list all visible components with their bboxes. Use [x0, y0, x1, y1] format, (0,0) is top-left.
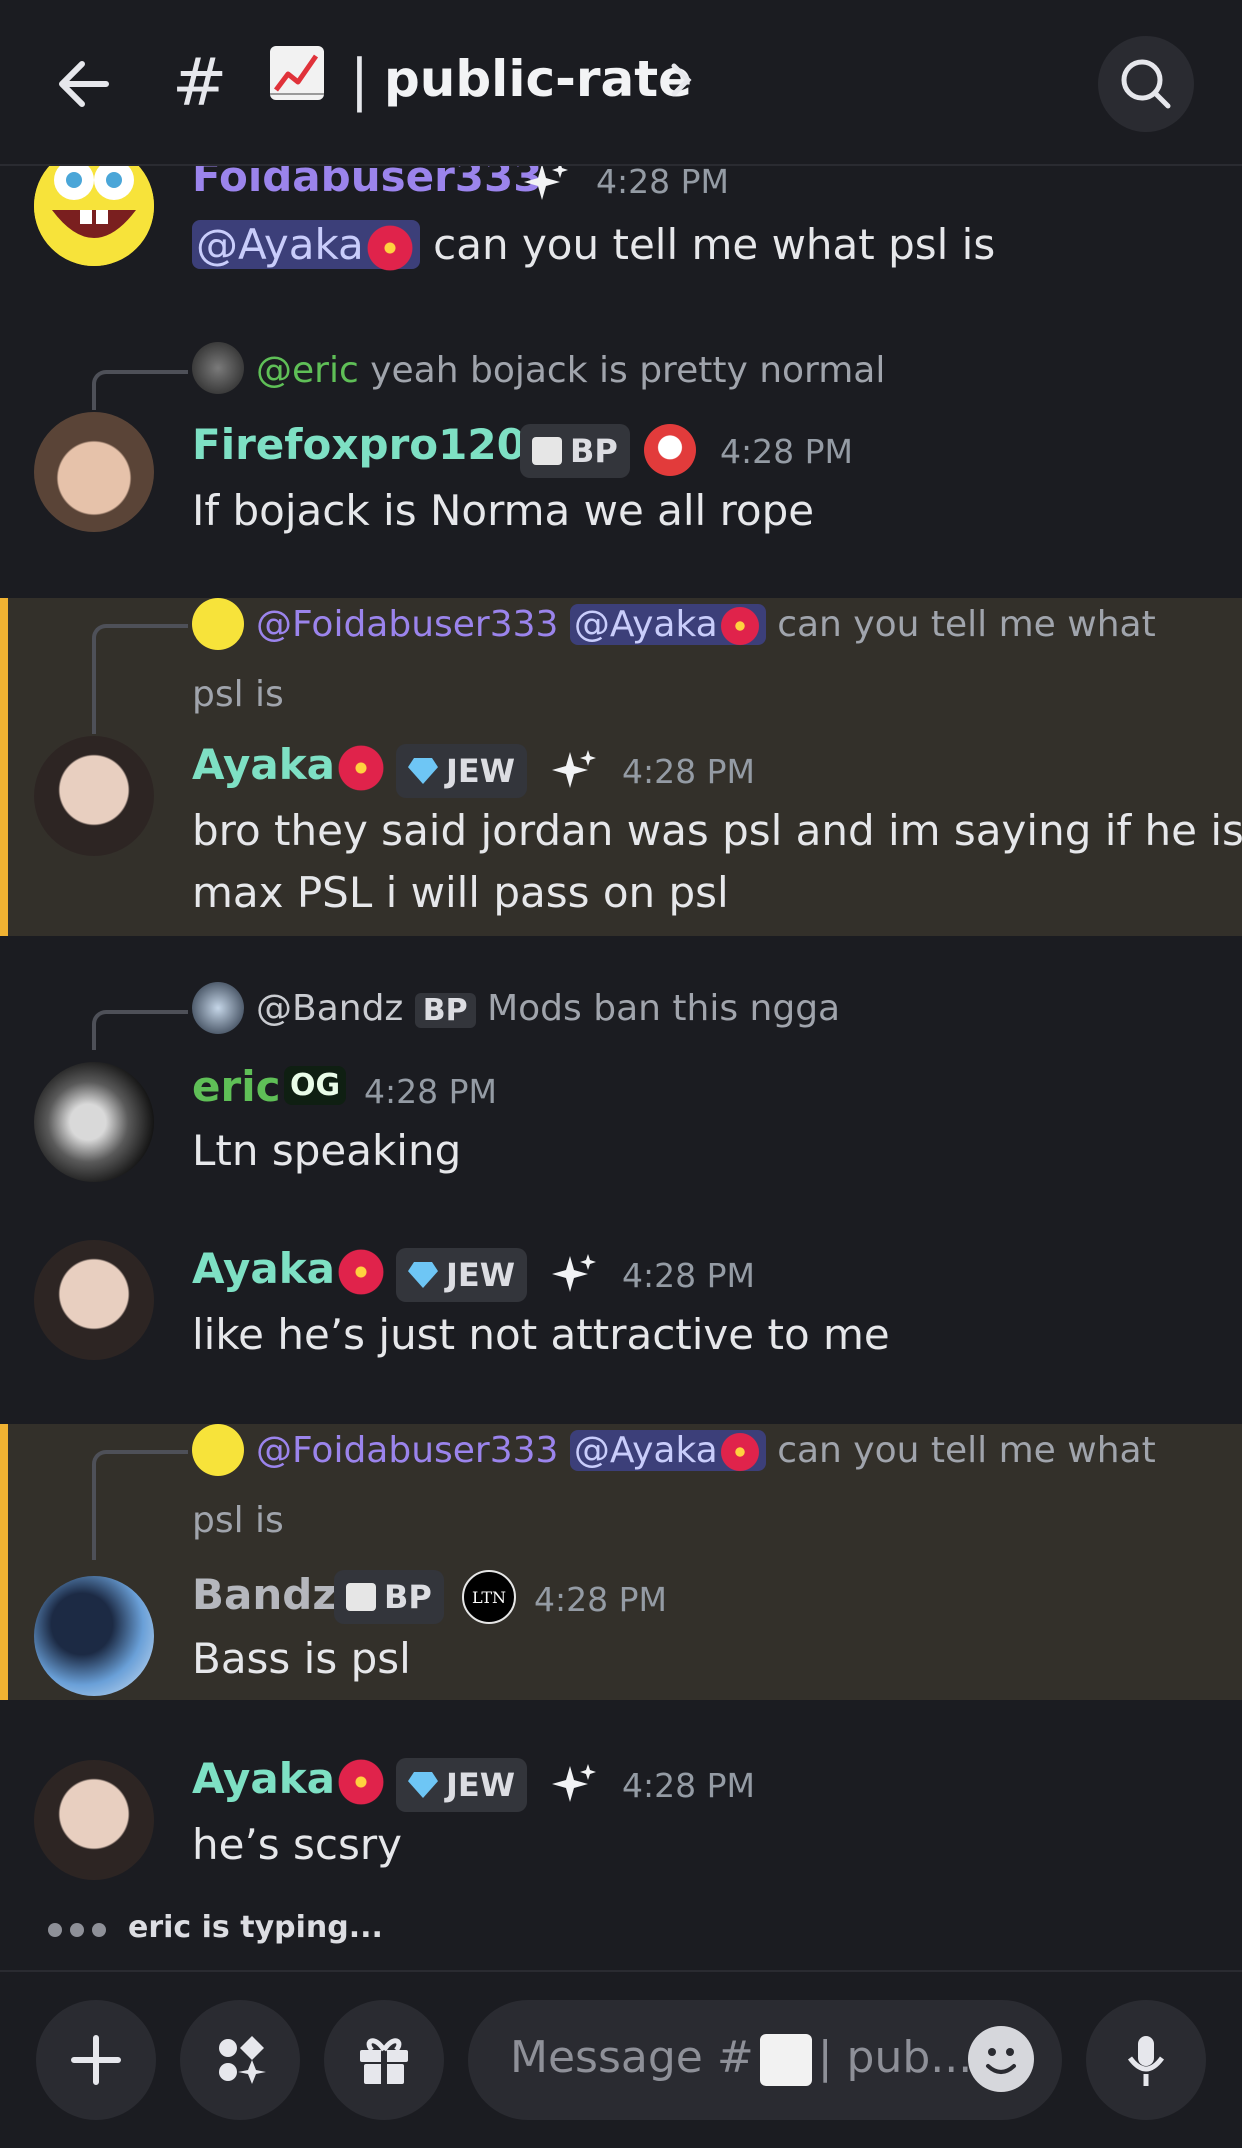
chart-increasing-icon — [270, 46, 324, 100]
avatar[interactable] — [34, 1576, 154, 1696]
avatar[interactable] — [34, 1062, 154, 1182]
timestamp: 4:28 PM — [622, 1766, 755, 1805]
sparkle-icon — [552, 1764, 596, 1802]
reply-preview[interactable]: @Bandz BP Mods ban this ngga — [256, 988, 840, 1029]
search-icon — [1121, 59, 1171, 109]
channel-hash-icon: # — [172, 44, 228, 121]
timestamp: 4:28 PM — [622, 752, 755, 791]
typing-indicator: eric is typing... — [48, 1910, 383, 1945]
role-badge: JEW — [396, 744, 528, 798]
avatar[interactable] — [34, 412, 154, 532]
message-text: If bojack is Norma we all rope — [192, 486, 815, 535]
username[interactable]: eric — [192, 1062, 281, 1111]
og-badge: OG — [284, 1066, 347, 1105]
typing-dots-icon — [48, 1910, 114, 1945]
sparkle-icon — [552, 750, 596, 788]
username[interactable]: Bandz — [192, 1570, 337, 1619]
reply-avatar — [192, 1424, 244, 1476]
reply-connector — [92, 624, 188, 734]
timestamp: 4:28 PM — [596, 162, 729, 201]
hibiscus-icon — [335, 1755, 388, 1808]
reply-avatar — [192, 598, 244, 650]
message-input[interactable]: Message # | pub... — [468, 2000, 1062, 2120]
message-text: like he’s just not attractive to me — [192, 1310, 890, 1359]
avatar[interactable] — [34, 1240, 154, 1360]
ltn-badge: LTN — [462, 1570, 516, 1624]
message[interactable]: @Bandz BP Mods ban this ngga eric OG 4:2… — [0, 980, 1242, 1182]
timestamp: 4:28 PM — [364, 1072, 497, 1111]
reply-preview[interactable]: @Foidabuser333 @Ayaka can you tell me wh… — [256, 604, 1156, 648]
reply-connector — [92, 1450, 188, 1560]
message[interactable]: Foidabuser333 4:28 PM @Ayaka can you tel… — [0, 146, 1242, 306]
username[interactable]: Ayaka — [192, 1244, 388, 1298]
role-badge: BP — [520, 424, 630, 478]
add-attachment-button[interactable] — [36, 2000, 156, 2120]
message-text: he’s scsry — [192, 1820, 403, 1869]
message-text-cont: max PSL i will pass on psl — [192, 868, 729, 917]
back-arrow-icon[interactable] — [52, 52, 116, 116]
timestamp: 4:28 PM — [720, 432, 853, 471]
message-text: Bass is psl — [192, 1634, 411, 1683]
message-highlighted[interactable]: @Foidabuser333 @Ayaka can you tell me wh… — [0, 598, 1242, 936]
emoji-button[interactable] — [968, 2026, 1034, 2092]
message-composer: Message # | pub... — [0, 1970, 1242, 2148]
reply-preview-cont: psl is — [192, 1500, 284, 1541]
chart-increasing-icon — [759, 2034, 812, 2086]
reply-connector — [92, 370, 188, 410]
hibiscus-icon — [335, 1245, 388, 1298]
camera-icon — [532, 437, 562, 465]
diamond-icon — [408, 1262, 438, 1288]
avatar[interactable] — [34, 736, 154, 856]
role-badge: JEW — [396, 1248, 528, 1302]
username[interactable]: Ayaka — [192, 1754, 388, 1808]
user-mention[interactable]: @Ayaka — [192, 220, 420, 274]
channel-separator: | — [350, 48, 369, 113]
message-text: Ltn speaking — [192, 1126, 462, 1175]
clown-icon — [644, 424, 696, 476]
message[interactable]: Ayaka JEW 4:28 PM like he’s just not att… — [0, 1238, 1242, 1378]
apps-icon — [219, 2036, 266, 2084]
diamond-icon — [408, 758, 438, 784]
username[interactable]: Ayaka — [192, 740, 388, 794]
reply-preview[interactable]: @eric yeah bojack is pretty normal — [256, 350, 885, 391]
reply-avatar — [192, 342, 244, 394]
role-badge: JEW — [396, 1758, 528, 1812]
hibiscus-icon — [335, 741, 388, 794]
voice-message-button[interactable] — [1086, 2000, 1206, 2120]
message-text: @Ayaka can you tell me what psl is — [192, 214, 995, 276]
timestamp: 4:28 PM — [622, 1256, 755, 1295]
microphone-icon — [1127, 2036, 1165, 2086]
message-highlighted[interactable]: @Foidabuser333 @Ayaka can you tell me wh… — [0, 1424, 1242, 1700]
message[interactable]: Ayaka JEW 4:28 PM he’s scsry — [0, 1748, 1242, 1888]
gift-button[interactable] — [324, 2000, 444, 2120]
plus-icon — [71, 2035, 121, 2085]
channel-header: # | public-rate — [0, 0, 1242, 166]
channel-name[interactable]: public-rate — [384, 50, 692, 108]
username[interactable]: Firefoxpro1209 — [192, 420, 555, 469]
timestamp: 4:28 PM — [534, 1580, 667, 1619]
avatar[interactable] — [34, 1760, 154, 1880]
diamond-icon — [408, 1772, 438, 1798]
reply-avatar — [192, 982, 244, 1034]
reply-preview[interactable]: @Foidabuser333 @Ayaka can you tell me wh… — [256, 1430, 1156, 1474]
search-button[interactable] — [1098, 36, 1194, 132]
reply-connector — [92, 1010, 188, 1050]
camera-icon — [346, 1583, 376, 1611]
sparkle-icon — [552, 1254, 596, 1292]
hibiscus-icon — [363, 221, 416, 274]
smiley-icon — [986, 2048, 1016, 2074]
chevron-right-icon[interactable] — [668, 60, 696, 100]
message-placeholder: Message # | pub... — [510, 2032, 972, 2086]
apps-button[interactable] — [180, 2000, 300, 2120]
gift-icon — [360, 2038, 408, 2084]
message[interactable]: @eric yeah bojack is pretty normal Firef… — [0, 340, 1242, 580]
role-badge: BP — [334, 1570, 444, 1624]
reply-preview-cont: psl is — [192, 674, 284, 715]
message-text: bro they said jordan was psl and im sayi… — [192, 806, 1242, 855]
sparkle-icon — [524, 162, 568, 200]
